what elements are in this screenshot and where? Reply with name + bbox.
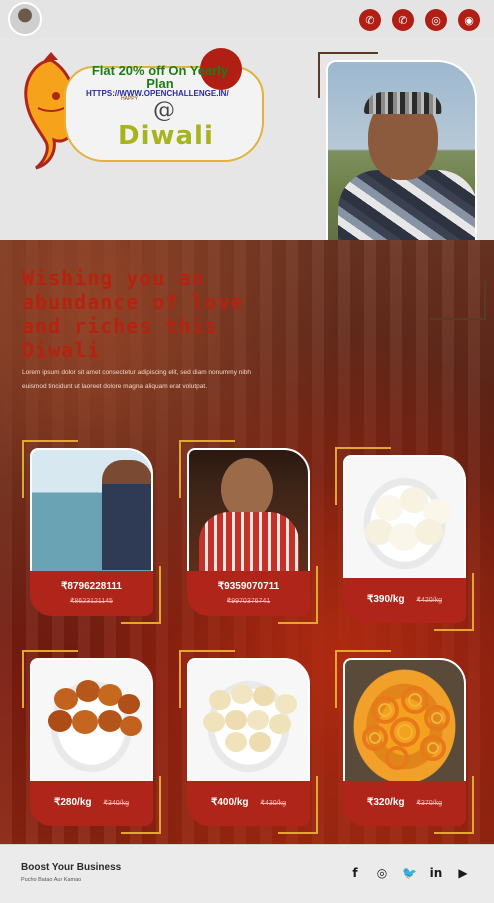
top-header: ✆ ✆ ◎ ◉ <box>0 0 494 38</box>
phone-icon[interactable]: ✆ <box>359 9 381 31</box>
card-image <box>187 448 310 573</box>
old-price: ₹8623121145 <box>70 598 113 605</box>
product-card[interactable]: ₹320/kg ₹370/kg <box>335 650 474 834</box>
globe-icon[interactable]: ◉ <box>458 9 480 31</box>
price-bar: ₹280/kg ₹340/kg <box>30 781 153 826</box>
product-card[interactable]: ₹9359070711 ₹9970376741 <box>179 440 318 624</box>
price-bar: ₹9359070711 ₹9970376741 <box>187 571 310 616</box>
price-bar: ₹390/kg ₹420/kg <box>343 578 466 623</box>
price: ₹320/kg <box>367 797 405 808</box>
old-price: ₹340/kg <box>103 800 129 807</box>
twitter-icon[interactable]: 🐦 <box>402 866 417 880</box>
price: ₹8796228111 <box>61 581 122 592</box>
price-bar: ₹8796228111 ₹8623121145 <box>30 571 153 616</box>
price-bar: ₹320/kg ₹370/kg <box>343 781 466 826</box>
product-card[interactable]: ₹280/kg ₹340/kg <box>22 650 161 834</box>
festival-title: Diwali <box>118 121 214 151</box>
linkedin-icon[interactable]: in <box>429 866 443 880</box>
old-price: ₹430/kg <box>260 800 286 807</box>
happy-text: HAPPY <box>121 96 138 102</box>
old-price: ₹9970376741 <box>226 598 271 605</box>
instagram-icon[interactable]: ◎ <box>375 866 389 880</box>
price: ₹390/kg <box>367 594 405 605</box>
price: ₹400/kg <box>211 797 249 808</box>
card-image <box>30 448 153 573</box>
old-price: ₹370/kg <box>416 800 442 807</box>
card-image <box>30 658 153 783</box>
price-bar: ₹400/kg ₹430/kg <box>187 781 310 826</box>
greeting-heading: Wishing you an abundance of love and ric… <box>22 266 244 362</box>
price: ₹280/kg <box>54 797 92 808</box>
old-price: ₹420/kg <box>416 597 442 604</box>
whatsapp-icon[interactable]: ✆ <box>392 9 414 31</box>
photo-frame-corner <box>430 280 486 320</box>
price: ₹9359070711 <box>217 581 280 592</box>
social-links: f ◎ 🐦 in ▶ <box>348 866 470 880</box>
brand-tagline: Pucho Batao Aur Kamao <box>21 877 82 883</box>
at-symbol: @ <box>153 98 175 123</box>
facebook-icon[interactable]: f <box>348 866 362 880</box>
brand-name: Boost Your Business <box>21 862 122 873</box>
card-image <box>187 658 310 783</box>
contact-icons: ✆ ✆ ◎ ◉ <box>359 9 480 31</box>
website-link[interactable]: HTTPS://WWW.OPENCHALLENGE.IN/ <box>86 89 229 98</box>
offer-text: Flat 20% off On Yearly Plan <box>91 63 229 91</box>
card-image <box>343 658 466 783</box>
product-card[interactable]: ₹8796228111 ₹8623121145 <box>22 440 161 624</box>
instagram-icon[interactable]: ◎ <box>425 9 447 31</box>
jalebi-illustration <box>362 686 450 770</box>
card-image <box>343 455 466 580</box>
product-card[interactable]: ₹390/kg ₹420/kg <box>335 447 474 631</box>
youtube-icon[interactable]: ▶ <box>456 866 470 880</box>
greeting-body: Lorem ipsum dolor sit amet consectetur a… <box>22 369 252 390</box>
product-card[interactable]: ₹400/kg ₹430/kg <box>179 650 318 834</box>
avatar[interactable] <box>8 2 42 36</box>
